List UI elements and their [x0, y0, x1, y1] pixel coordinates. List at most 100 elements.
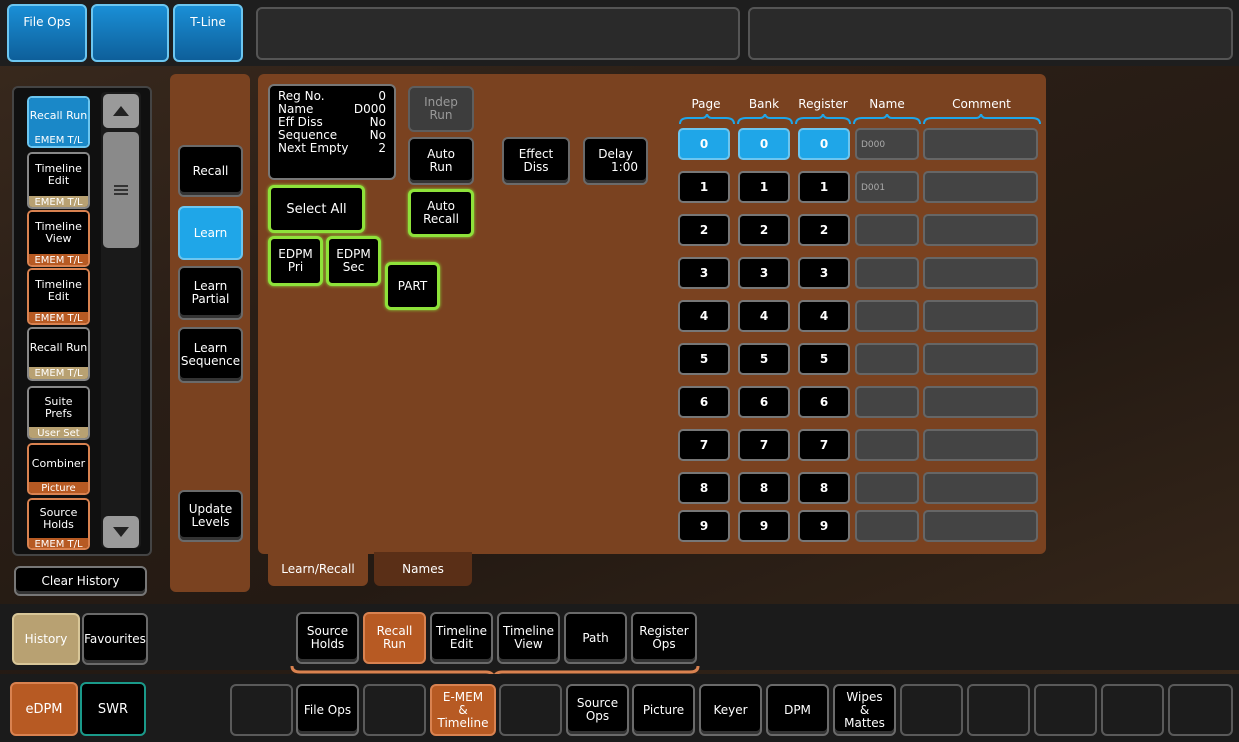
- history-item[interactable]: Suite Prefs User Set: [27, 386, 90, 440]
- table-cell-name[interactable]: D001: [855, 171, 919, 203]
- table-cell-comment[interactable]: [923, 128, 1038, 160]
- table-cell-comment[interactable]: [923, 472, 1038, 504]
- table-cell-register[interactable]: 5: [798, 343, 850, 375]
- sub-tab-recall-run[interactable]: Recall Run: [363, 612, 426, 664]
- table-cell-register[interactable]: 6: [798, 386, 850, 418]
- sub-tab-timeline-edit[interactable]: Timeline Edit: [430, 612, 493, 664]
- history-item[interactable]: Timeline View EMEM T/L: [27, 210, 90, 267]
- table-cell-page[interactable]: 1: [678, 171, 730, 203]
- swr-mode-button[interactable]: SWR: [80, 682, 146, 736]
- table-cell-register[interactable]: 2: [798, 214, 850, 246]
- auto-recall-button[interactable]: Auto Recall: [408, 189, 474, 237]
- history-item[interactable]: Recall Run EMEM T/L: [27, 96, 90, 148]
- learn-partial-button[interactable]: Learn Partial: [178, 266, 243, 320]
- table-cell-bank[interactable]: 6: [738, 386, 790, 418]
- table-cell-bank[interactable]: 3: [738, 257, 790, 289]
- effect-diss-button[interactable]: Effect Diss: [502, 137, 570, 185]
- table-cell-comment[interactable]: [923, 300, 1038, 332]
- table-cell-bank[interactable]: 8: [738, 472, 790, 504]
- table-cell-comment[interactable]: [923, 343, 1038, 375]
- table-cell-bank[interactable]: 1: [738, 171, 790, 203]
- main-tab-empty[interactable]: [1168, 684, 1233, 736]
- learn-sequence-button[interactable]: Learn Sequence: [178, 327, 243, 383]
- tab-names[interactable]: Names: [374, 552, 472, 586]
- edpm-mode-button[interactable]: eDPM: [10, 682, 78, 736]
- main-tab-empty[interactable]: [230, 684, 293, 736]
- edpm-pri-button[interactable]: EDPM Pri: [268, 236, 323, 286]
- table-cell-page[interactable]: 2: [678, 214, 730, 246]
- table-cell-bank[interactable]: 7: [738, 429, 790, 461]
- table-cell-page[interactable]: 3: [678, 257, 730, 289]
- table-cell-register[interactable]: 1: [798, 171, 850, 203]
- select-all-button[interactable]: Select All: [268, 185, 365, 233]
- main-tab-file-ops[interactable]: File Ops: [296, 684, 359, 736]
- file-ops-shortcut-button[interactable]: File Ops: [7, 4, 87, 62]
- history-item[interactable]: Timeline Edit EMEM T/L: [27, 152, 90, 209]
- main-tab-empty[interactable]: [363, 684, 426, 736]
- history-item[interactable]: Combiner Picture: [27, 443, 90, 495]
- table-cell-page[interactable]: 4: [678, 300, 730, 332]
- empty-shortcut-button[interactable]: [91, 4, 169, 62]
- sub-tab-timeline-view[interactable]: Timeline View: [497, 612, 560, 664]
- scroll-down-button[interactable]: [103, 516, 139, 548]
- delay-button[interactable]: Delay 1:00: [583, 137, 648, 185]
- edpm-sec-button[interactable]: EDPM Sec: [326, 236, 381, 286]
- main-tab-keyer[interactable]: Keyer: [699, 684, 762, 736]
- main-tab-empty[interactable]: [967, 684, 1030, 736]
- main-tab-empty[interactable]: [900, 684, 963, 736]
- sub-tab-path[interactable]: Path: [564, 612, 627, 664]
- table-cell-page[interactable]: 5: [678, 343, 730, 375]
- table-cell-register[interactable]: 9: [798, 510, 850, 542]
- history-item[interactable]: Source Holds EMEM T/L: [27, 498, 90, 550]
- history-item[interactable]: Recall Run EMEM T/L: [27, 327, 90, 381]
- t-line-shortcut-button[interactable]: T-Line: [173, 4, 243, 62]
- table-cell-comment[interactable]: [923, 386, 1038, 418]
- table-cell-page[interactable]: 6: [678, 386, 730, 418]
- tab-history[interactable]: History: [12, 613, 80, 665]
- table-cell-bank[interactable]: 9: [738, 510, 790, 542]
- main-tab-emem-timeline[interactable]: E-MEM & Timeline: [430, 684, 496, 736]
- main-tab-empty[interactable]: [1034, 684, 1097, 736]
- table-cell-name[interactable]: [855, 257, 919, 289]
- table-cell-page[interactable]: 7: [678, 429, 730, 461]
- table-cell-name[interactable]: [855, 429, 919, 461]
- table-cell-bank[interactable]: 4: [738, 300, 790, 332]
- table-cell-name[interactable]: [855, 343, 919, 375]
- scroll-thumb[interactable]: [103, 132, 139, 248]
- table-cell-comment[interactable]: [923, 510, 1038, 542]
- main-tab-dpm[interactable]: DPM: [766, 684, 829, 736]
- table-cell-bank[interactable]: 0: [738, 128, 790, 160]
- sub-tab-register-ops[interactable]: Register Ops: [631, 612, 697, 664]
- table-cell-register[interactable]: 8: [798, 472, 850, 504]
- learn-button[interactable]: Learn: [178, 206, 243, 260]
- table-cell-comment[interactable]: [923, 171, 1038, 203]
- tab-favourites[interactable]: Favourites: [82, 613, 148, 665]
- table-cell-register[interactable]: 4: [798, 300, 850, 332]
- indep-run-button[interactable]: Indep Run: [408, 86, 474, 132]
- main-tab-empty[interactable]: [499, 684, 562, 736]
- main-tab-empty[interactable]: [1101, 684, 1164, 736]
- auto-run-button[interactable]: Auto Run: [408, 137, 474, 185]
- update-levels-button[interactable]: Update Levels: [178, 490, 243, 542]
- part-button[interactable]: PART: [385, 262, 440, 310]
- main-tab-source-ops[interactable]: Source Ops: [566, 684, 629, 736]
- table-cell-name[interactable]: [855, 386, 919, 418]
- table-cell-bank[interactable]: 5: [738, 343, 790, 375]
- table-cell-name[interactable]: [855, 300, 919, 332]
- table-cell-comment[interactable]: [923, 429, 1038, 461]
- main-tab-picture[interactable]: Picture: [632, 684, 695, 736]
- table-cell-register[interactable]: 0: [798, 128, 850, 160]
- table-cell-page[interactable]: 9: [678, 510, 730, 542]
- clear-history-button[interactable]: Clear History: [14, 566, 147, 596]
- table-cell-comment[interactable]: [923, 214, 1038, 246]
- table-cell-name[interactable]: D000: [855, 128, 919, 160]
- table-cell-bank[interactable]: 2: [738, 214, 790, 246]
- sub-tab-source-holds[interactable]: Source Holds: [296, 612, 359, 664]
- main-tab-wipes-mattes[interactable]: Wipes & Mattes: [833, 684, 896, 736]
- history-item[interactable]: Timeline Edit EMEM T/L: [27, 268, 90, 325]
- table-cell-page[interactable]: 8: [678, 472, 730, 504]
- table-cell-name[interactable]: [855, 472, 919, 504]
- recall-button[interactable]: Recall: [178, 145, 243, 197]
- tab-learn-recall[interactable]: Learn/Recall: [268, 552, 368, 586]
- table-cell-page[interactable]: 0: [678, 128, 730, 160]
